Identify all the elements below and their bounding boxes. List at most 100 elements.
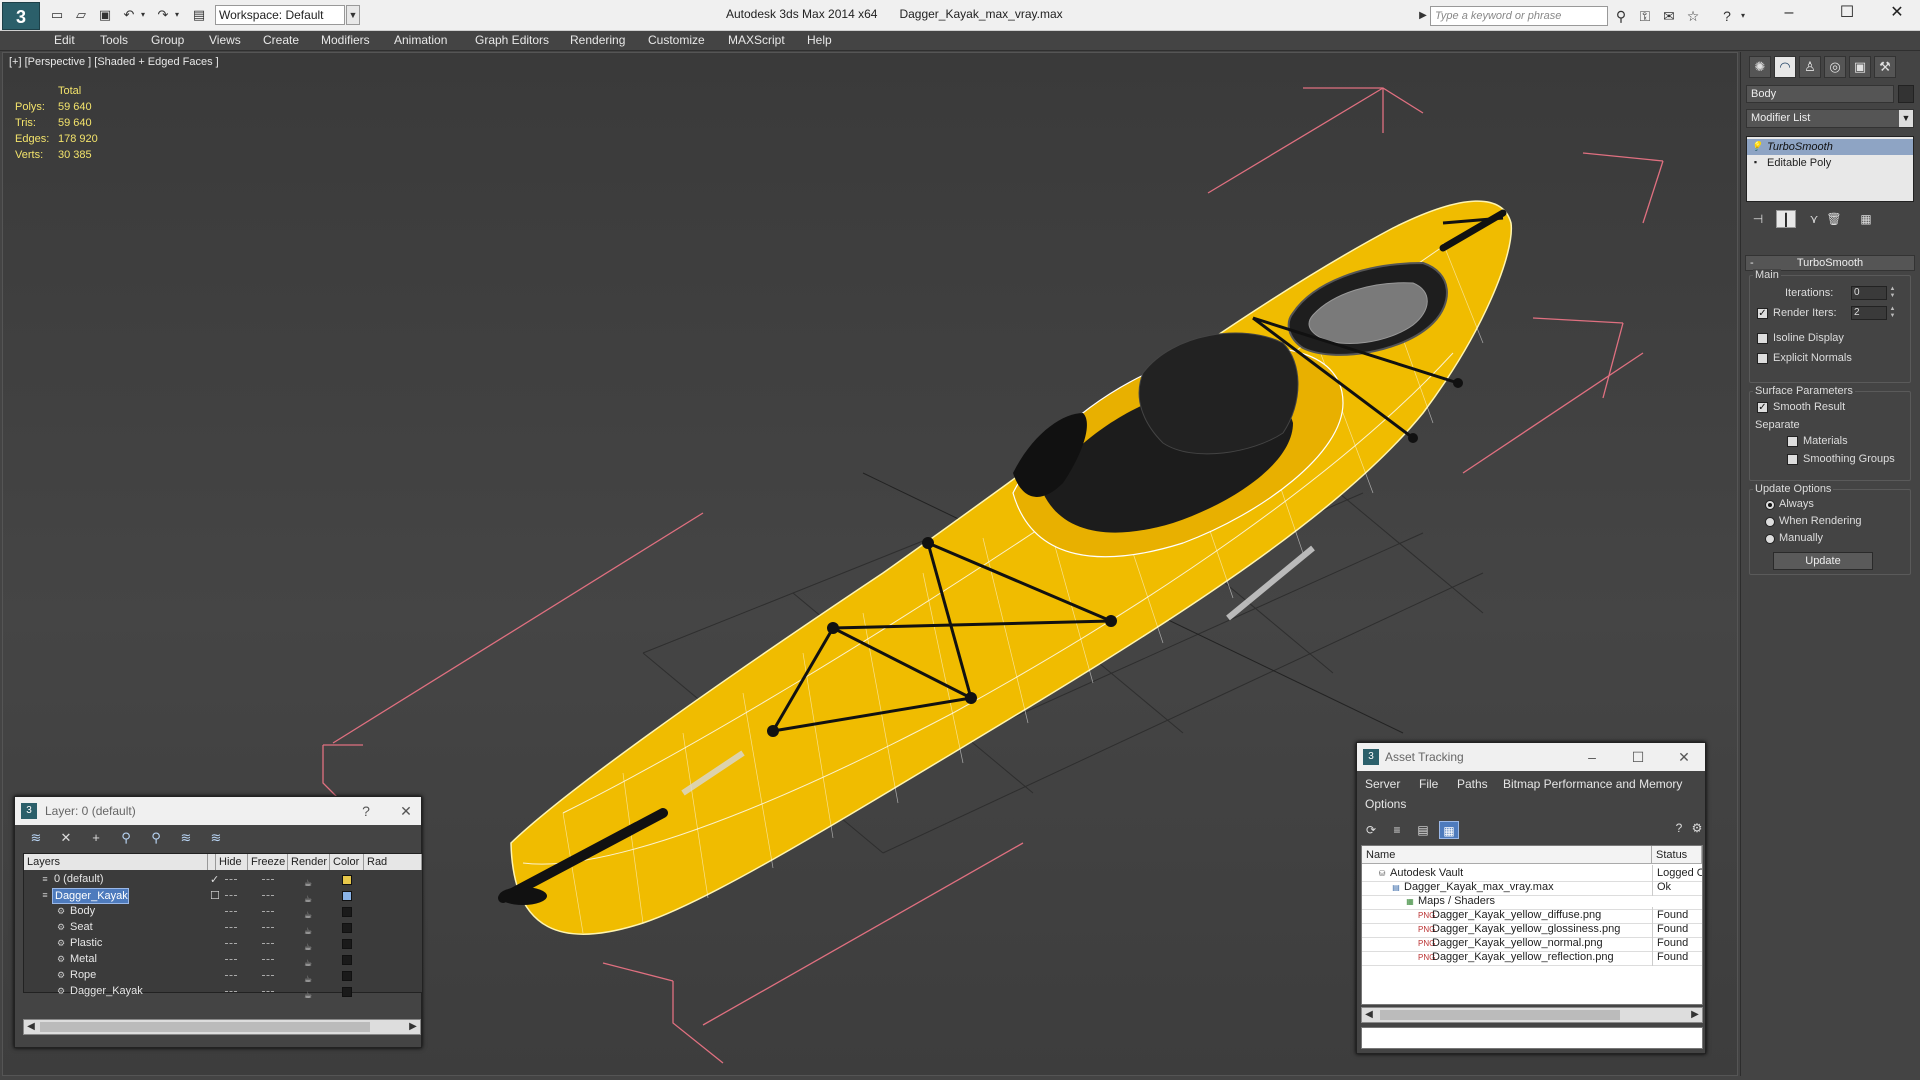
- stack-item-turbosmooth[interactable]: 💡 TurboSmooth: [1747, 139, 1913, 155]
- freeze-toggle[interactable]: [262, 975, 274, 976]
- maximize-button[interactable]: ☐: [1824, 0, 1870, 28]
- viewport-label[interactable]: [+] [Perspective ] [Shaded + Edged Faces…: [9, 56, 219, 68]
- collapse-icon[interactable]: -: [1750, 256, 1754, 270]
- minimize-button[interactable]: –: [1766, 0, 1812, 28]
- asset-menu-bitmap-performance[interactable]: Bitmap Performance and Memory: [1503, 777, 1682, 791]
- smoothing-groups-checkbox[interactable]: [1787, 454, 1798, 465]
- scroll-right-icon[interactable]: ▶: [406, 1020, 420, 1034]
- display-tab-icon[interactable]: ▣: [1849, 56, 1871, 78]
- asset-dialog-title-bar[interactable]: 3 Asset Tracking – ☐ ✕: [1357, 743, 1705, 771]
- details-view-icon[interactable]: ▤: [1413, 821, 1433, 839]
- scroll-right-icon[interactable]: ▶: [1688, 1008, 1702, 1022]
- update-manually-radio[interactable]: [1765, 534, 1775, 544]
- hide-toggle[interactable]: [225, 927, 237, 928]
- workspace-dropdown-icon[interactable]: ▼: [346, 5, 360, 25]
- layer-color-swatch[interactable]: [342, 875, 352, 885]
- scroll-thumb[interactable]: [1380, 1010, 1620, 1020]
- hierarchy-tab-icon[interactable]: ♙: [1799, 56, 1821, 78]
- column-status[interactable]: Status: [1652, 846, 1702, 864]
- subscription-icon[interactable]: ⚿: [1636, 7, 1654, 25]
- freeze-toggle[interactable]: [262, 895, 274, 896]
- modifier-list-select[interactable]: Modifier List ▼: [1746, 109, 1914, 128]
- close-button[interactable]: ✕: [1874, 0, 1920, 28]
- asset-path-field[interactable]: [1361, 1027, 1703, 1049]
- layer-row[interactable]: ⚙ Body ☕: [24, 904, 422, 920]
- hide-toggle[interactable]: [225, 879, 237, 880]
- current-layer-checkbox[interactable]: ☐: [210, 888, 220, 904]
- select-objects-icon[interactable]: ⚲: [115, 829, 137, 847]
- asset-dialog-minimize-button[interactable]: –: [1577, 743, 1607, 771]
- layer-row[interactable]: ⚙ Rope ☕: [24, 968, 422, 984]
- explicit-normals-checkbox[interactable]: [1757, 353, 1768, 364]
- menu-maxscript[interactable]: MAXScript: [728, 33, 785, 47]
- layer-color-swatch[interactable]: [342, 987, 352, 997]
- layer-name[interactable]: Rope: [68, 968, 96, 984]
- update-button[interactable]: Update: [1773, 552, 1873, 570]
- menu-group[interactable]: Group: [151, 33, 184, 47]
- layer-color-swatch[interactable]: [342, 907, 352, 917]
- layer-name[interactable]: Metal: [68, 952, 97, 968]
- highlight-layer-icon[interactable]: ⚲: [145, 829, 167, 847]
- scroll-thumb[interactable]: [40, 1022, 370, 1032]
- column-freeze[interactable]: Freeze: [248, 854, 288, 870]
- layer-dialog-title-bar[interactable]: 3 Layer: 0 (default) ? ✕: [15, 797, 421, 825]
- table-view-icon[interactable]: ▦: [1439, 821, 1459, 839]
- scroll-left-icon[interactable]: ◀: [24, 1020, 38, 1034]
- freeze-toggle[interactable]: [262, 943, 274, 944]
- new-file-icon[interactable]: ▭: [48, 6, 66, 24]
- stack-item-editable-poly[interactable]: ▪ Editable Poly: [1747, 155, 1913, 171]
- utilities-tab-icon[interactable]: ⚒: [1874, 56, 1896, 78]
- layer-name[interactable]: Seat: [68, 920, 93, 936]
- menu-create[interactable]: Create: [263, 33, 299, 47]
- workspace-select[interactable]: Workspace: Default: [215, 5, 345, 25]
- column-color[interactable]: Color: [330, 854, 364, 870]
- layer-name[interactable]: Plastic: [68, 936, 102, 952]
- new-layer-icon[interactable]: ≋: [25, 829, 47, 847]
- iterations-spinner-arrows-icon[interactable]: ▲ ▼: [1888, 286, 1897, 300]
- save-file-icon[interactable]: ▣: [96, 6, 114, 24]
- freeze-toggle[interactable]: [262, 991, 274, 992]
- menu-edit[interactable]: Edit: [54, 33, 75, 47]
- expand-plus-icon[interactable]: ▪: [1751, 158, 1760, 167]
- redo-dropdown-icon[interactable]: ▾: [168, 6, 186, 24]
- search-expand-icon[interactable]: ▶: [1416, 6, 1430, 26]
- chevron-down-icon[interactable]: ▼: [1899, 110, 1913, 127]
- asset-dialog-close-button[interactable]: ✕: [1669, 743, 1699, 771]
- asset-dialog-maximize-button[interactable]: ☐: [1623, 743, 1653, 771]
- pin-stack-icon[interactable]: ⊣: [1748, 210, 1768, 228]
- create-tab-icon[interactable]: ✺: [1749, 56, 1771, 78]
- layer-name[interactable]: Body: [68, 904, 95, 920]
- delete-layer-icon[interactable]: ✕: [55, 829, 77, 847]
- make-unique-icon[interactable]: ⋎: [1804, 210, 1824, 228]
- asset-menu-file[interactable]: File: [1419, 777, 1438, 791]
- layer-color-swatch[interactable]: [342, 955, 352, 965]
- add-to-layer-icon[interactable]: +: [85, 829, 107, 847]
- object-name-field[interactable]: Body: [1746, 85, 1894, 103]
- layer-dialog-help-button[interactable]: ?: [351, 797, 381, 825]
- layer-dialog-close-button[interactable]: ✕: [391, 797, 421, 825]
- menu-animation[interactable]: Animation: [394, 33, 447, 47]
- remove-modifier-icon[interactable]: 🗑: [1824, 210, 1844, 228]
- configure-modifier-sets-icon[interactable]: ▦: [1856, 210, 1876, 228]
- app-logo-button[interactable]: 3: [2, 2, 40, 30]
- open-file-icon[interactable]: ▱: [72, 6, 90, 24]
- hide-toggle[interactable]: [225, 943, 237, 944]
- binoculars-icon[interactable]: ⚲: [1612, 7, 1630, 25]
- asset-menu-server[interactable]: Server: [1365, 777, 1400, 791]
- layer-row[interactable]: ⚙ Seat ☕: [24, 920, 422, 936]
- render-teapot-icon[interactable]: ☕: [304, 987, 312, 1003]
- layer-row[interactable]: ⚙ Plastic ☕: [24, 936, 422, 952]
- layer-row[interactable]: ⚙ Metal ☕: [24, 952, 422, 968]
- menu-customize[interactable]: Customize: [648, 33, 705, 47]
- motion-tab-icon[interactable]: ◎: [1824, 56, 1846, 78]
- asset-horizontal-scrollbar[interactable]: ◀ ▶: [1361, 1007, 1703, 1023]
- list-view-icon[interactable]: ≡: [1387, 821, 1407, 839]
- column-render[interactable]: Render: [288, 854, 330, 870]
- communication-icon[interactable]: ✉: [1660, 7, 1678, 25]
- layer-horizontal-scrollbar[interactable]: ◀ ▶: [23, 1019, 421, 1035]
- refresh-icon[interactable]: ⟳: [1361, 821, 1381, 839]
- asset-row[interactable]: PNG Dagger_Kayak_yellow_reflection.png Fou…: [1362, 949, 1702, 966]
- menu-graph-editors[interactable]: Graph Editors: [475, 33, 549, 47]
- asset-menu-options[interactable]: Options: [1365, 797, 1406, 811]
- show-end-result-icon[interactable]: ┃: [1776, 210, 1796, 228]
